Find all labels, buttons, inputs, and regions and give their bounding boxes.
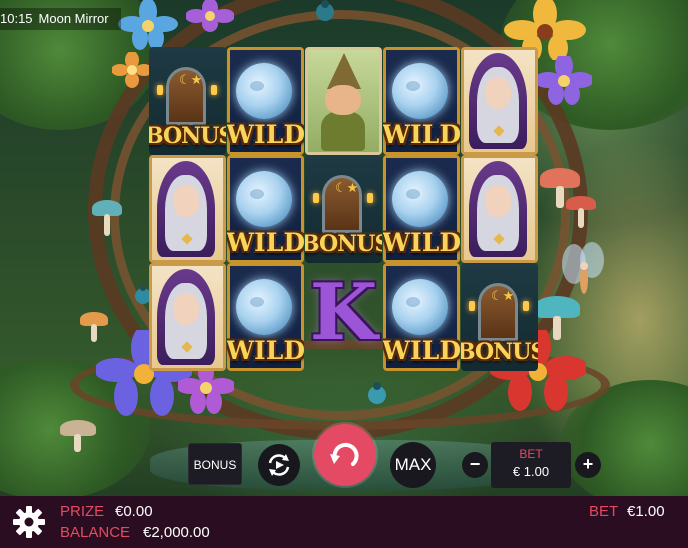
- wild-symbol: WILD: [227, 155, 304, 263]
- witch-symbol: [461, 155, 538, 263]
- beetle-decoration: [368, 382, 386, 404]
- gear-icon[interactable]: [12, 505, 46, 539]
- wild-label: WILD: [227, 120, 304, 149]
- wild-symbol: WILD: [227, 47, 304, 155]
- wild-symbol: WILD: [383, 47, 460, 155]
- flower-decoration: [186, 0, 234, 32]
- witch-symbol: [149, 263, 226, 371]
- full-moon-icon: [236, 171, 292, 227]
- full-moon-icon: [236, 63, 292, 119]
- prize-label: PRIZE: [60, 503, 105, 520]
- mushroom-decoration: [60, 420, 96, 454]
- lantern-icon: [313, 193, 319, 203]
- full-moon-icon: [236, 279, 292, 335]
- full-moon-icon: [392, 279, 448, 335]
- decrease-bet-button[interactable]: −: [462, 452, 488, 478]
- flower-decoration: [536, 56, 592, 105]
- full-moon-icon: [392, 171, 448, 227]
- lantern-icon: [157, 85, 163, 95]
- gnome-body-shape: [321, 111, 365, 151]
- footer-bet-label: BET: [589, 503, 619, 520]
- game-stage: 10:15Moon Mirror ☾★BONUSWILDWILDWILD☾★BO…: [0, 0, 688, 548]
- witch-face-shape: [485, 185, 511, 217]
- wild-symbol: WILD: [383, 155, 460, 263]
- bonus-buy-button[interactable]: BONUS: [188, 443, 242, 485]
- wild-label: WILD: [383, 228, 460, 257]
- lantern-icon: [469, 301, 475, 311]
- mushroom-decoration: [566, 196, 596, 230]
- witch-symbol: [149, 155, 226, 263]
- bet-selector-label: BET: [519, 447, 543, 461]
- gnome-symbol: [305, 47, 382, 155]
- lantern-icon: [367, 193, 373, 203]
- bonus-symbol: ☾★ BONUS: [461, 263, 538, 371]
- wild-label: WILD: [383, 120, 460, 149]
- reel-grid: ☾★BONUSWILDWILDWILD☾★BONUSKWILDWILDWILD☾…: [149, 45, 538, 371]
- witch-face-shape: [485, 77, 511, 109]
- wild-label: WILD: [383, 336, 460, 365]
- letter-k-symbol: K: [305, 263, 382, 371]
- status-bar: 10:15 Moon Mirror: [0, 8, 121, 30]
- game-title: Moon Mirror: [38, 11, 109, 26]
- bonus-label: BONUS: [149, 123, 226, 149]
- balance-value: €2,000.00: [143, 524, 210, 541]
- autoplay-button[interactable]: [258, 444, 300, 486]
- balance-label: BALANCE: [60, 524, 131, 541]
- footer-bar: PRIZE €0.00 BALANCE €2,000.00 BET €1.00: [0, 496, 688, 548]
- wild-symbol: WILD: [383, 263, 460, 371]
- letter-k-label: K: [309, 267, 378, 358]
- bonus-symbol: ☾★ BONUS: [305, 155, 382, 263]
- bet-selector-value: € 1.00: [512, 464, 550, 479]
- lantern-icon: [523, 301, 529, 311]
- autoplay-icon: [268, 454, 290, 476]
- flower-decoration: [118, 0, 178, 50]
- spin-icon: [330, 442, 359, 466]
- max-bet-button[interactable]: MAX: [390, 442, 436, 488]
- flower-decoration: [112, 52, 152, 88]
- wild-label: WILD: [227, 336, 304, 365]
- crescent-moon-icon: ☾★: [491, 289, 515, 304]
- witch-face-shape: [173, 293, 199, 325]
- beetle-decoration: [316, 0, 334, 21]
- full-moon-icon: [392, 63, 448, 119]
- prize-value: €0.00: [115, 503, 153, 520]
- witch-symbol: [461, 47, 538, 155]
- bonus-label: BONUS: [461, 339, 538, 365]
- gnome-hat-shape: [327, 53, 361, 89]
- crescent-moon-icon: ☾★: [179, 73, 203, 88]
- lantern-icon: [211, 85, 217, 95]
- witch-face-shape: [173, 185, 199, 217]
- mushroom-decoration: [92, 200, 122, 240]
- wild-label: WILD: [227, 228, 304, 257]
- fairy-decoration: [562, 242, 604, 294]
- footer-bet-value: €1.00: [627, 503, 665, 520]
- wild-symbol: WILD: [227, 263, 304, 371]
- crescent-moon-icon: ☾★: [335, 181, 359, 196]
- increase-bet-button[interactable]: +: [575, 452, 601, 478]
- bonus-label: BONUS: [305, 231, 382, 257]
- gnome-face-shape: [325, 85, 361, 115]
- spin-button[interactable]: [314, 424, 376, 486]
- clock-time: 10:15: [0, 11, 33, 26]
- bet-selector: BET € 1.00: [491, 442, 571, 488]
- bonus-symbol: ☾★ BONUS: [149, 47, 226, 155]
